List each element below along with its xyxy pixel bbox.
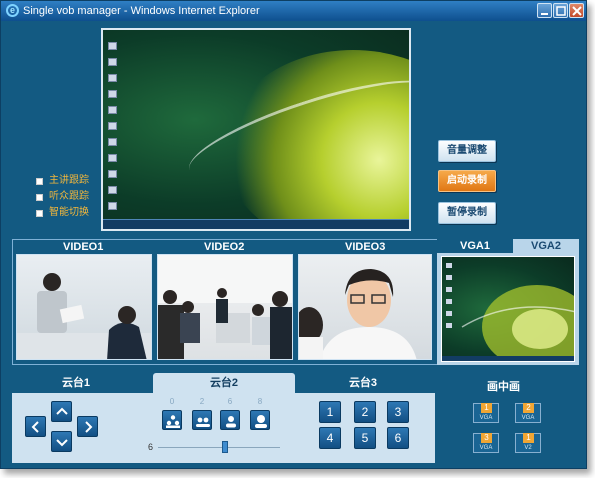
pip-layout-1-button[interactable]: 1 VGA	[473, 403, 499, 423]
main-preview-screen	[101, 28, 411, 231]
video3-label: VIDEO3	[345, 241, 386, 253]
pan-left-button[interactable]	[25, 416, 46, 437]
pip-layout-4-button[interactable]: 1 V2	[515, 433, 541, 453]
preset-single-person-button[interactable]	[220, 410, 240, 430]
vga-tabs: VGA1 VGA2	[437, 239, 579, 254]
preset-number: 8	[257, 397, 263, 406]
checkbox-box[interactable]	[36, 193, 43, 201]
preset-closeup-button[interactable]	[250, 410, 270, 430]
close-button[interactable]	[569, 3, 584, 18]
video2-feed[interactable]	[157, 254, 293, 360]
checkbox-box[interactable]	[36, 177, 43, 185]
tab-ptz1[interactable]: 云台1	[46, 373, 106, 395]
video1-feed[interactable]	[16, 254, 152, 360]
preset-number: 0	[169, 397, 175, 406]
preset-6-button[interactable]: 6	[387, 427, 409, 449]
pip-title: 画中画	[487, 381, 520, 393]
checkbox-audience-tracking[interactable]: 听众跟踪	[36, 189, 89, 205]
tab-ptz3[interactable]: 云台3	[333, 373, 393, 395]
pan-up-button[interactable]	[51, 401, 72, 422]
maximize-button[interactable]	[553, 3, 568, 18]
slider-label: 6	[148, 442, 154, 452]
vga-preview	[437, 253, 579, 365]
preset-5-button[interactable]: 5	[354, 427, 376, 449]
zoom-slider-track[interactable]	[158, 447, 280, 448]
checkbox-smart-switch[interactable]: 智能切换	[36, 205, 89, 221]
tracking-options: 主讲跟踪 听众跟踪 智能切换	[36, 173, 89, 221]
preset-group-small-button[interactable]	[192, 410, 212, 430]
tab-vga2[interactable]: VGA2	[513, 239, 579, 254]
title-bar: e Single vob manager - Windows Internet …	[1, 1, 586, 21]
video2-label: VIDEO2	[204, 241, 245, 253]
zoom-slider-thumb[interactable]	[222, 441, 228, 453]
pause-recording-button[interactable]: 暂停录制	[438, 202, 496, 224]
preset-3-button[interactable]: 3	[387, 401, 409, 423]
preset-group-large-button[interactable]	[162, 410, 182, 430]
video1-label: VIDEO1	[63, 241, 104, 253]
preset-1-button[interactable]: 1	[319, 401, 341, 423]
checkbox-presenter-tracking[interactable]: 主讲跟踪	[36, 173, 89, 189]
window-title: Single vob manager - Windows Internet Ex…	[23, 5, 260, 17]
pip-layout-3-button[interactable]: 3 VGA	[473, 433, 499, 453]
pan-down-button[interactable]	[51, 431, 72, 452]
ie-logo-icon: e	[6, 4, 19, 17]
vga-desktop-thumbnail[interactable]	[441, 256, 575, 362]
volume-adjust-button[interactable]: 音量调整	[438, 140, 496, 162]
preset-2-button[interactable]: 2	[354, 401, 376, 423]
minimize-button[interactable]	[537, 3, 552, 18]
video3-feed[interactable]	[298, 254, 432, 360]
pan-right-button[interactable]	[77, 416, 98, 437]
start-recording-button[interactable]: 启动录制	[438, 170, 496, 192]
tab-ptz2[interactable]: 云台2	[153, 373, 295, 395]
browser-window: e Single vob manager - Windows Internet …	[0, 0, 587, 469]
tab-vga1[interactable]: VGA1	[437, 239, 513, 254]
preset-number: 2	[199, 397, 205, 406]
desktop-taskbar	[103, 219, 409, 229]
video-panel: VIDEO1 VIDEO2 VIDEO3 VGA1 VGA2	[12, 239, 579, 365]
pip-layout-2-button[interactable]: 2 VGA	[515, 403, 541, 423]
preset-number: 6	[227, 397, 233, 406]
checkbox-box[interactable]	[36, 209, 43, 217]
preset-4-button[interactable]: 4	[319, 427, 341, 449]
